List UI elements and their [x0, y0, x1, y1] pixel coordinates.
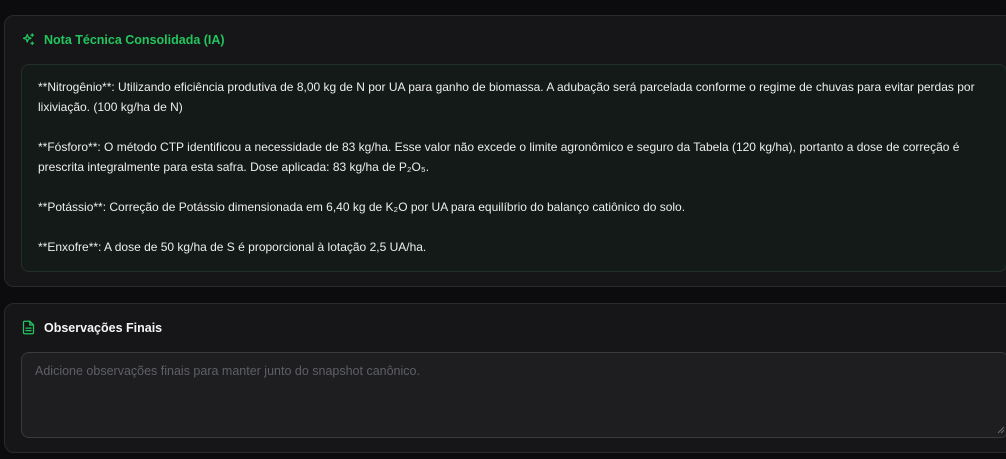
nota-tecnica-card: Nota Técnica Consolidada (IA) **Nitrogên… [4, 15, 1006, 287]
observacoes-title: Observações Finais [44, 320, 163, 335]
nota-tecnica-header: Nota Técnica Consolidada (IA) [21, 32, 225, 47]
nota-tecnica-title: Nota Técnica Consolidada (IA) [44, 32, 225, 47]
observacoes-placeholder: Adicione observações finais para manter … [35, 364, 420, 378]
observacoes-textarea[interactable]: Adicione observações finais para manter … [21, 352, 1006, 438]
observacoes-card: Observações Finais Adicione observações … [4, 303, 1006, 453]
resize-grip-icon[interactable] [997, 426, 1005, 434]
paragraph-nitrogenio: **Nitrogênio**: Utilizando eficiência pr… [38, 80, 975, 114]
nota-tecnica-content: **Nitrogênio**: Utilizando eficiência pr… [21, 64, 1006, 272]
paragraph-fosforo: **Fósforo**: O método CTP identificou a … [38, 140, 960, 174]
paragraph-potassio: **Potássio**: Correção de Potássio dimen… [38, 200, 686, 214]
sparkles-icon [21, 32, 36, 47]
document-icon [21, 320, 36, 335]
observacoes-header: Observações Finais [21, 320, 162, 335]
paragraph-enxofre: **Enxofre**: A dose de 50 kg/ha de S é p… [38, 240, 427, 254]
